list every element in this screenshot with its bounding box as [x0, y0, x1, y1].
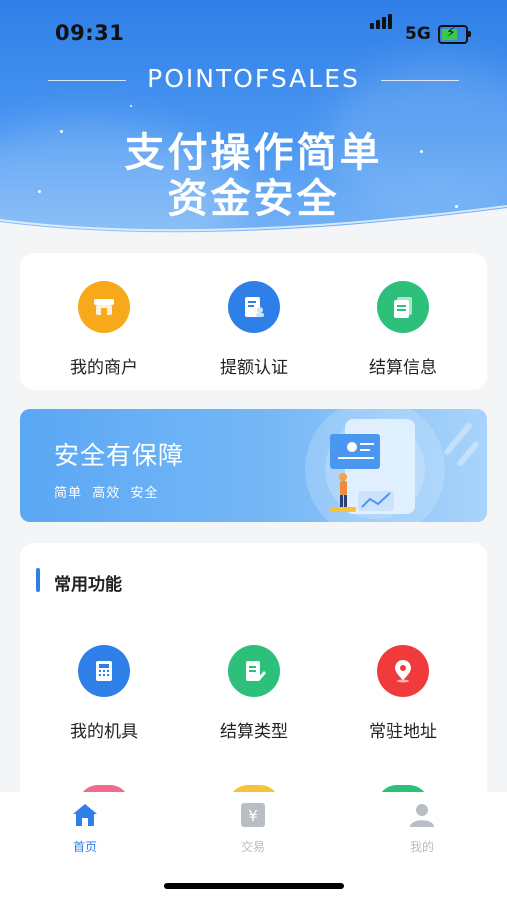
tab-label: 首页: [72, 840, 97, 854]
function-settlement-type[interactable]: 结算类型: [179, 645, 329, 742]
store-icon: [78, 281, 130, 333]
function-my-devices[interactable]: 我的机具: [29, 645, 179, 742]
banner-title: 安全有保障: [54, 441, 185, 470]
calculator-icon: [78, 645, 130, 697]
quick-actions-card: 我的商户 提额认证 结算信息: [20, 253, 487, 390]
battery-icon: ⚡: [438, 25, 468, 44]
yuan-icon: ¥: [241, 803, 265, 827]
tab-label: 我的: [409, 840, 434, 854]
home-indicator[interactable]: [164, 883, 344, 889]
edit-document-icon: [228, 645, 280, 697]
hero-banner: 09:31 5G ⚡ POINTOFSALES 支付操作简单 资金安全: [0, 0, 507, 255]
common-functions-card: 常用功能 我的机具 结算类型 常驻地址: [20, 543, 487, 805]
function-label: 我的机具: [70, 722, 138, 742]
quick-action-label: 提额认证: [220, 358, 288, 378]
tab-mine[interactable]: 我的: [372, 802, 472, 855]
user-icon: [410, 804, 434, 827]
quick-action-limit[interactable]: 提额认证: [179, 281, 329, 378]
id-card-icon: [228, 281, 280, 333]
function-resident-address[interactable]: 常驻地址: [328, 645, 478, 742]
function-label: 常驻地址: [369, 722, 437, 742]
section-title: 常用功能: [54, 575, 122, 595]
tab-home[interactable]: 首页: [35, 802, 135, 855]
quick-action-settlement[interactable]: 结算信息: [328, 281, 478, 378]
home-icon: [73, 804, 97, 826]
location-pin-icon: [377, 645, 429, 697]
sparkle: [130, 105, 132, 107]
svg-text:¥: ¥: [248, 807, 258, 825]
security-banner[interactable]: 安全有保障 简单 高效 安全: [20, 409, 487, 522]
quick-action-merchant[interactable]: 我的商户: [29, 281, 179, 378]
tab-transactions[interactable]: ¥ 交易: [203, 802, 303, 855]
function-label: 结算类型: [220, 722, 288, 742]
battery-cap: [468, 31, 471, 37]
document-icon: [377, 281, 429, 333]
tab-label: 交易: [240, 840, 265, 854]
network-type: 5G: [405, 24, 431, 44]
section-accent-bar: [36, 568, 40, 592]
security-illustration: [305, 409, 479, 522]
brand-name: POINTOFSALES: [147, 64, 360, 93]
banner-subtitle: 简单 高效 安全: [54, 486, 159, 501]
status-bar: 09:31 5G ⚡: [0, 0, 507, 60]
status-time: 09:31: [55, 21, 125, 45]
slogan-line2: 资金安全: [167, 176, 340, 222]
quick-action-label: 我的商户: [70, 358, 138, 378]
quick-action-label: 结算信息: [369, 358, 437, 378]
